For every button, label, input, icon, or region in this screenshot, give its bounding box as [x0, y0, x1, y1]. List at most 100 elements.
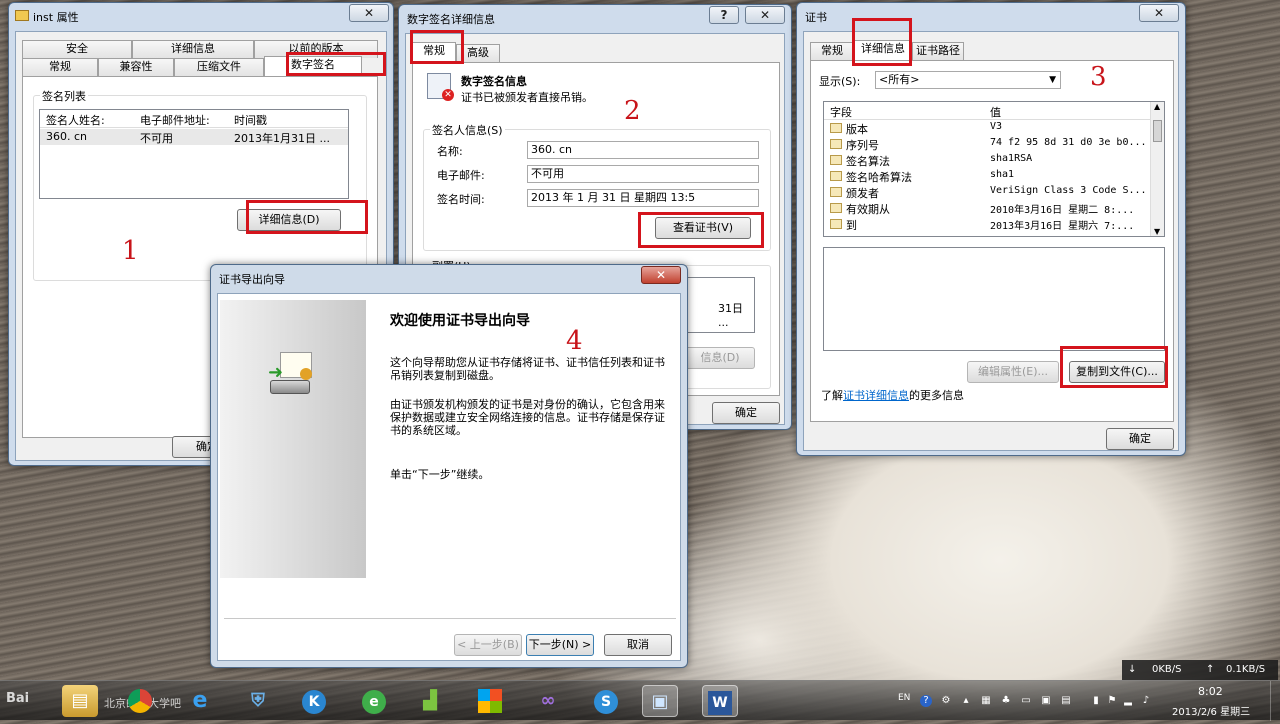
office-taskbar-icon[interactable] — [472, 685, 508, 717]
help-button[interactable]: ? — [709, 6, 739, 24]
countersignature-details-button[interactable]: 信息(D) — [685, 347, 755, 369]
field-row[interactable]: 签名哈希算法 sha1 — [824, 168, 1164, 184]
annotation-number-3: 3 — [1090, 62, 1107, 92]
app-tray-icon-2[interactable]: ♣ — [1000, 695, 1012, 707]
col-value[interactable]: 值 — [990, 104, 1001, 120]
browser-taskbar-icon[interactable]: e — [356, 685, 392, 717]
field-value-box[interactable] — [823, 247, 1165, 351]
clock-time[interactable]: 8:02 — [1198, 685, 1223, 698]
remote-desktop-taskbar-icon[interactable]: ▣ — [642, 685, 678, 717]
close-button[interactable]: ✕ — [1139, 4, 1179, 22]
settings-tray-icon[interactable]: ⚙ — [940, 695, 952, 707]
network-speed-widget: ↓ 0KB/S ↑ 0.1KB/S — [1122, 660, 1278, 680]
field-row[interactable]: 到 2013年3月16日 星期六 7:... — [824, 216, 1164, 232]
tab-general[interactable]: 常规 — [810, 42, 854, 60]
app-tray-icon-4[interactable]: ▣ — [1040, 695, 1052, 707]
field-icon — [830, 155, 842, 165]
explorer-taskbar-icon[interactable]: ▤ — [62, 685, 98, 717]
field-name: 签名算法 — [846, 155, 890, 168]
chrome-taskbar-icon[interactable] — [122, 685, 158, 717]
annotation-number-2: 2 — [624, 96, 641, 126]
wizard-paragraph-3: 单击“下一步”继续。 — [390, 468, 490, 481]
signature-details-ok-button[interactable]: 确定 — [712, 402, 780, 424]
email-field[interactable]: 不可用 — [527, 165, 759, 183]
word-taskbar-icon[interactable]: W — [702, 685, 738, 717]
annotation-box-general-tab — [410, 30, 464, 64]
certificate-details-link[interactable]: 证书详细信息 — [843, 389, 909, 402]
field-value: 2013年3月16日 星期六 7:... — [990, 221, 1135, 232]
close-button[interactable]: ✕ — [349, 4, 389, 22]
field-row[interactable]: 版本 V3 — [824, 120, 1164, 136]
col-field[interactable]: 字段 — [830, 104, 852, 120]
field-row[interactable]: 颁发者 VeriSign Class 3 Code S... — [824, 184, 1164, 200]
time-field[interactable]: 2013 年 1 月 31 日 星期四 13:5 — [527, 189, 759, 207]
col-timestamp[interactable]: 时间戳 — [234, 112, 267, 128]
row-signer: 360. cn — [46, 130, 88, 143]
certificate-fields-list[interactable]: 字段 值 版本 V3 序列号 74 f2 95 8d 31 d0 3e b0... 签名… — [823, 101, 1165, 237]
name-field[interactable]: 360. cn — [527, 141, 759, 159]
tab-details[interactable]: 详细信息 — [132, 40, 254, 58]
tab-security[interactable]: 安全 — [22, 40, 132, 58]
folder-icon — [15, 10, 29, 21]
help-tray-icon[interactable]: ? — [920, 695, 932, 707]
scroll-thumb[interactable] — [1153, 120, 1162, 142]
security-taskbar-icon[interactable]: ⛨ — [240, 685, 276, 717]
export-wizard-client: ➜ 欢迎使用证书导出向导 这个向导帮助您从证书存储将证书、证书信任列表和证书吊销… — [217, 293, 681, 661]
field-row[interactable]: 序列号 74 f2 95 8d 31 d0 3e b0... — [824, 136, 1164, 152]
volume-tray-icon[interactable]: ♪ — [1140, 695, 1152, 707]
chevron-down-icon: ▼ — [1049, 75, 1056, 85]
countersignature-row: 31日 ... — [718, 302, 743, 329]
fields-scrollbar[interactable]: ▲ ▼ — [1150, 102, 1164, 236]
close-button[interactable]: ✕ — [641, 266, 681, 284]
next-button[interactable]: 下一步(N) > — [526, 634, 594, 656]
row-email: 不可用 — [140, 132, 173, 145]
wizard-paragraph-1: 这个向导帮助您从证书存储将证书、证书信任列表和证书吊销列表复制到磁盘。 — [390, 356, 665, 382]
certificate-export-icon: ➜ — [268, 352, 314, 398]
certificate-ok-button[interactable]: 确定 — [1106, 428, 1174, 450]
tab-archive[interactable]: 压缩文件 — [174, 58, 264, 76]
export-wizard-window: 证书导出向导 ✕ ➜ 欢迎使用证书导出向导 这个向导帮助您从证书存储将证书、证书… — [210, 264, 688, 668]
properties-title: inst 属性 — [33, 11, 79, 24]
app-tray-icon-5[interactable]: ▤ — [1060, 695, 1072, 707]
properties-titlebar: inst 属性 ✕ — [9, 3, 393, 29]
tab-certification-path[interactable]: 证书路径 — [912, 42, 964, 60]
show-select[interactable]: <所有> ▼ — [875, 71, 1061, 89]
tab-general[interactable]: 常规 — [22, 58, 98, 76]
flag-tray-icon[interactable]: ⚑ — [1106, 695, 1118, 707]
signature-row[interactable]: 360. cn 不可用 2013年1月31日 ... — [40, 129, 348, 145]
edit-properties-button[interactable]: 编辑属性(E)... — [967, 361, 1059, 383]
scroll-down-icon[interactable]: ▼ — [1154, 227, 1160, 236]
field-row[interactable]: 有效期从 2010年3月16日 星期二 8:... — [824, 200, 1164, 216]
kugou-taskbar-icon[interactable]: K — [296, 685, 332, 717]
tab-compatibility[interactable]: 兼容性 — [98, 58, 174, 76]
col-email[interactable]: 电子邮件地址: — [140, 112, 210, 128]
power-tray-icon[interactable]: ▮ — [1090, 695, 1102, 707]
close-button[interactable]: ✕ — [745, 6, 785, 24]
back-button[interactable]: < 上一步(B) — [454, 634, 522, 656]
download-arrow-icon: ↓ — [1128, 664, 1137, 675]
email-label: 电子邮件: — [437, 169, 485, 182]
clock-date[interactable]: 2013/2/6 星期三 — [1172, 703, 1250, 718]
ie-taskbar-icon[interactable]: e — [182, 685, 218, 717]
language-indicator[interactable]: EN — [898, 693, 910, 703]
chart-taskbar-icon[interactable]: ▟ — [412, 685, 448, 717]
learn-more-text: 了解证书详细信息的更多信息 — [821, 387, 964, 403]
signature-list[interactable]: 签名人姓名: 电子邮件地址: 时间戳 360. cn 不可用 2013年1月31… — [39, 109, 349, 199]
scroll-up-icon[interactable]: ▲ — [1154, 102, 1160, 111]
show-hidden-icons-icon[interactable]: ▴ — [960, 695, 972, 707]
annotation-box-details-tab — [852, 18, 912, 66]
annotation-box-digital-signature-tab — [286, 52, 386, 76]
cancel-button[interactable]: 取消 — [604, 634, 672, 656]
field-value: V3 — [990, 121, 1003, 132]
col-signer-name[interactable]: 签名人姓名: — [46, 112, 105, 128]
network-tray-icon[interactable]: ▂ — [1122, 695, 1134, 707]
upload-arrow-icon: ↑ — [1206, 664, 1215, 675]
field-row[interactable]: 签名算法 sha1RSA — [824, 152, 1164, 168]
show-select-value: <所有> — [879, 73, 920, 86]
app-tray-icon-1[interactable]: ▦ — [980, 695, 992, 707]
annotation-box-view-certificate — [638, 212, 764, 248]
show-desktop-button[interactable] — [1270, 681, 1280, 721]
sogou-taskbar-icon[interactable]: S — [588, 685, 624, 717]
app-tray-icon-3[interactable]: ▭ — [1020, 695, 1032, 707]
visual-studio-taskbar-icon[interactable]: ∞ — [530, 685, 566, 717]
